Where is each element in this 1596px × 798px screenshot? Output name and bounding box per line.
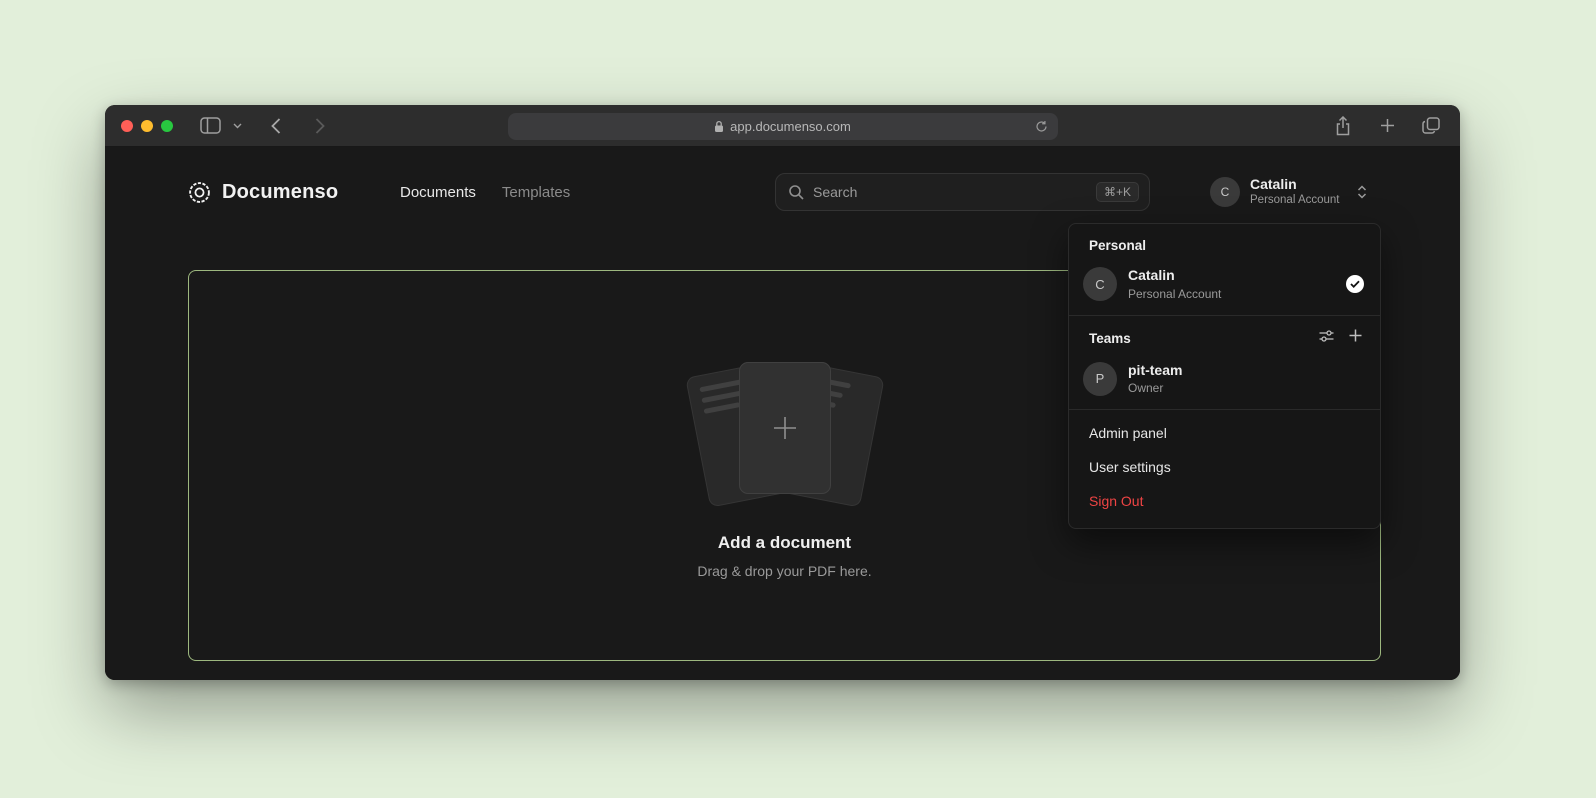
back-button-icon[interactable] xyxy=(265,115,287,137)
team-name: pit-team xyxy=(1128,362,1364,380)
url-text: app.documenso.com xyxy=(730,119,851,134)
brand-name: Documenso xyxy=(222,181,338,204)
account-subtitle: Personal Account xyxy=(1250,194,1340,208)
account-dropdown-menu: Personal C Catalin Personal Account Team… xyxy=(1068,223,1381,529)
menu-item-admin-panel[interactable]: Admin panel xyxy=(1069,416,1380,450)
add-team-icon[interactable] xyxy=(1349,329,1362,347)
account-menu-trigger[interactable]: C Catalin Personal Account xyxy=(1210,173,1368,211)
personal-section-label: Personal xyxy=(1069,224,1380,261)
reload-icon[interactable] xyxy=(1033,117,1051,135)
teams-section-header: Teams xyxy=(1069,316,1380,356)
window-controls xyxy=(105,120,173,132)
forward-button-icon[interactable] xyxy=(309,115,331,137)
search-input[interactable] xyxy=(813,184,1096,200)
documenso-app: Documenso Documents Templates ⌘+K C xyxy=(105,147,1460,680)
team-role: Owner xyxy=(1128,381,1364,396)
address-bar[interactable]: app.documenso.com xyxy=(508,113,1058,140)
search-bar[interactable]: ⌘+K xyxy=(775,173,1150,211)
team-item-pit-team[interactable]: P pit-team Owner xyxy=(1069,356,1380,410)
nav-item-documents[interactable]: Documents xyxy=(400,184,476,201)
document-card-center xyxy=(739,362,831,494)
browser-toolbar: app.documenso.com xyxy=(105,105,1460,147)
add-document-plus-icon xyxy=(770,413,800,443)
sidebar-toggle-icon[interactable] xyxy=(199,115,221,137)
desktop: app.documenso.com xyxy=(0,0,1596,798)
document-stack-illustration xyxy=(675,353,895,503)
team-avatar: P xyxy=(1083,362,1117,396)
search-icon xyxy=(788,184,804,200)
share-icon[interactable] xyxy=(1332,115,1354,137)
search-shortcut-badge: ⌘+K xyxy=(1096,182,1139,202)
dropzone-title: Add a document xyxy=(718,533,851,553)
primary-nav: Documents Templates xyxy=(400,173,570,211)
browser-window: app.documenso.com xyxy=(105,105,1460,680)
account-avatar: C xyxy=(1210,177,1240,207)
brand[interactable]: Documenso xyxy=(188,173,338,211)
personal-account-name: Catalin xyxy=(1128,267,1335,285)
sidebar-chevron-down-icon[interactable] xyxy=(231,115,243,137)
zoom-button[interactable] xyxy=(161,120,173,132)
personal-account-item[interactable]: C Catalin Personal Account xyxy=(1069,261,1380,315)
account-name: Catalin xyxy=(1250,176,1340,193)
documenso-logo-icon xyxy=(188,181,211,204)
lock-icon xyxy=(714,120,724,133)
minimize-button[interactable] xyxy=(141,120,153,132)
chevron-up-down-icon xyxy=(1356,184,1368,200)
tab-overview-icon[interactable] xyxy=(1420,115,1442,137)
close-button[interactable] xyxy=(121,120,133,132)
personal-account-avatar: C xyxy=(1083,267,1117,301)
new-tab-plus-icon[interactable] xyxy=(1376,115,1398,137)
nav-item-templates[interactable]: Templates xyxy=(502,184,570,201)
menu-item-user-settings[interactable]: User settings xyxy=(1069,450,1380,484)
personal-account-subtitle: Personal Account xyxy=(1128,287,1335,302)
dropzone-subtitle: Drag & drop your PDF here. xyxy=(697,563,871,579)
menu-item-sign-out[interactable]: Sign Out xyxy=(1069,484,1380,518)
selected-check-icon xyxy=(1346,275,1364,293)
manage-teams-icon[interactable] xyxy=(1319,329,1334,348)
teams-section-label: Teams xyxy=(1089,331,1319,346)
